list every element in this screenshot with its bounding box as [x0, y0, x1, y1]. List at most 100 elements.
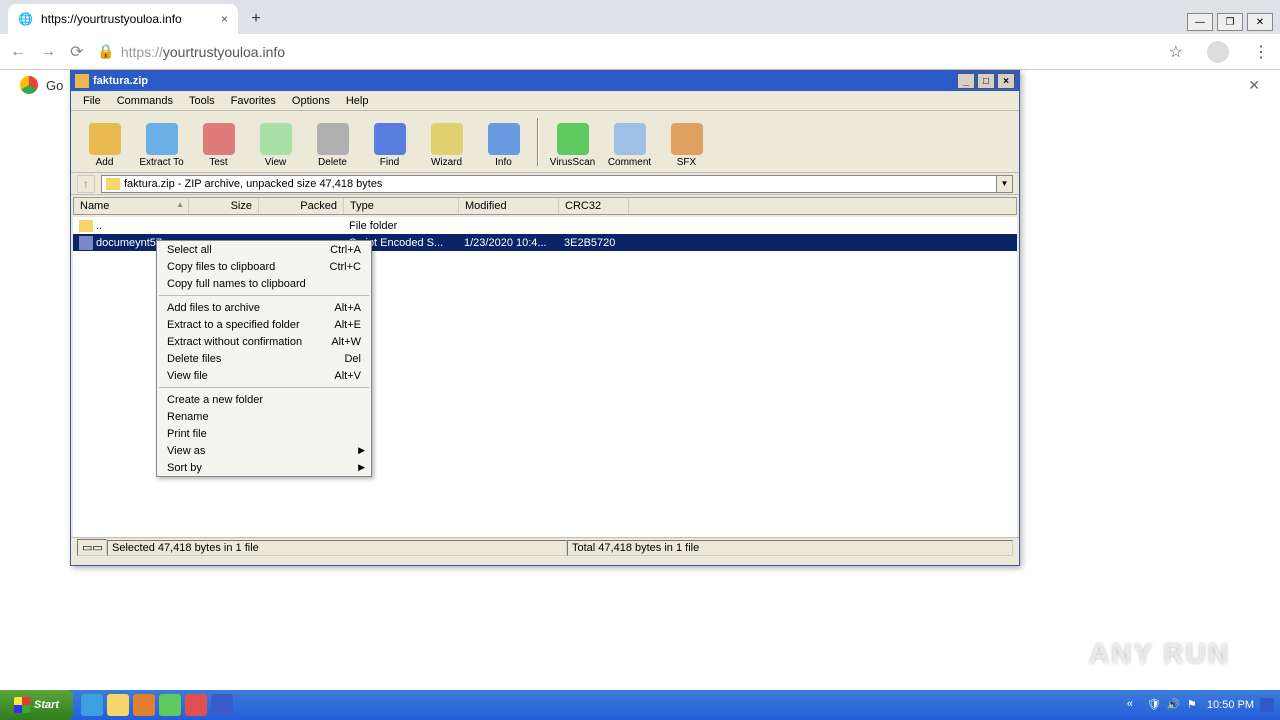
col-name[interactable]: Name▲ — [74, 198, 189, 214]
col-crc[interactable]: CRC32 — [559, 198, 629, 214]
minimize-button[interactable]: _ — [957, 73, 975, 89]
menu-favorites[interactable]: Favorites — [223, 93, 284, 109]
sfx-icon — [671, 123, 703, 155]
tb-virusscan[interactable]: VirusScan — [545, 114, 600, 170]
taskbar-app-icon[interactable] — [159, 694, 181, 716]
start-label: Start — [34, 699, 59, 711]
profile-avatar[interactable] — [1207, 41, 1229, 63]
tb-comment[interactable]: Comment — [602, 114, 657, 170]
file-icon — [79, 236, 93, 250]
extract-to-icon — [146, 123, 178, 155]
tb-sfx[interactable]: SFX — [659, 114, 714, 170]
table-row[interactable]: ..File folder — [73, 217, 1017, 234]
ctx-copy-files-to-clipboard[interactable]: Copy files to clipboardCtrl+C — [157, 258, 371, 275]
menu-options[interactable]: Options — [284, 93, 338, 109]
ctx-copy-full-names-to-clipboard[interactable]: Copy full names to clipboard — [157, 275, 371, 292]
col-type[interactable]: Type — [344, 198, 459, 214]
url: https://yourtrustyouloa.info — [121, 44, 285, 60]
info-icon — [488, 123, 520, 155]
taskbar-app-icon[interactable] — [107, 694, 129, 716]
ctx-add-files-to-archive[interactable]: Add files to archiveAlt+A — [157, 299, 371, 316]
taskbar-app-icon[interactable] — [211, 694, 233, 716]
new-tab-button[interactable]: + — [244, 7, 268, 31]
close-icon[interactable]: ✕ — [1247, 13, 1273, 31]
system-tray: « 🛡 🔊 ⚑ 10:50 PM — [1127, 698, 1280, 712]
menu-tools[interactable]: Tools — [181, 93, 223, 109]
tb-info[interactable]: Info — [476, 114, 531, 170]
tb-find[interactable]: Find — [362, 114, 417, 170]
wizard-icon — [431, 123, 463, 155]
col-modified[interactable]: Modified — [459, 198, 559, 214]
status-bar: ▭▭ Selected 47,418 bytes in 1 file Total… — [71, 537, 1019, 557]
up-button[interactable]: ↑ — [77, 175, 95, 193]
menu-commands[interactable]: Commands — [109, 93, 181, 109]
tb-wizard[interactable]: Wizard — [419, 114, 474, 170]
comment-icon — [614, 123, 646, 155]
menu-file[interactable]: File — [75, 93, 109, 109]
tab-title: https://yourtrustyouloa.info — [41, 12, 182, 26]
menu-help[interactable]: Help — [338, 93, 377, 109]
globe-icon: 🌐 — [18, 12, 33, 26]
close-icon[interactable]: ✕ — [1248, 77, 1260, 94]
tb-delete[interactable]: Delete — [305, 114, 360, 170]
ctx-select-all[interactable]: Select allCtrl+A — [157, 241, 371, 258]
back-icon[interactable]: ← — [10, 43, 26, 61]
maximize-icon[interactable]: ❐ — [1217, 13, 1243, 31]
star-icon[interactable]: ☆ — [1169, 42, 1183, 62]
path-bar: ↑ faktura.zip - ZIP archive, unpacked si… — [71, 173, 1019, 195]
close-button[interactable]: × — [997, 73, 1015, 89]
ctx-create-a-new-folder[interactable]: Create a new folder — [157, 391, 371, 408]
ctx-rename[interactable]: Rename — [157, 408, 371, 425]
close-icon[interactable]: × — [221, 12, 228, 26]
browser-tab[interactable]: 🌐 https://yourtrustyouloa.info × — [8, 4, 238, 34]
tb-test[interactable]: Test — [191, 114, 246, 170]
tray-desktop-icon[interactable] — [1260, 698, 1274, 712]
status-total: Total 47,418 bytes in 1 file — [567, 540, 1013, 556]
ctx-delete-files[interactable]: Delete filesDel — [157, 350, 371, 367]
tray-volume-icon[interactable]: 🔊 — [1167, 698, 1181, 712]
ctx-sort-by[interactable]: Sort by▶ — [157, 459, 371, 476]
column-headers: Name▲ Size Packed Type Modified CRC32 — [73, 197, 1017, 215]
kebab-menu-icon[interactable]: ⋮ — [1253, 42, 1270, 62]
forward-icon[interactable]: → — [40, 43, 56, 61]
col-packed[interactable]: Packed — [259, 198, 344, 214]
ctx-extract-to-a-specified-folder[interactable]: Extract to a specified folderAlt+E — [157, 316, 371, 333]
tray-flag-icon[interactable]: ⚑ — [1187, 698, 1201, 712]
tray-shield-icon[interactable]: 🛡 — [1147, 698, 1161, 712]
title-text: faktura.zip — [93, 75, 148, 87]
browser-tab-strip: 🌐 https://yourtrustyouloa.info × + — ❐ ✕ — [0, 0, 1280, 34]
maximize-button[interactable]: □ — [977, 73, 995, 89]
taskbar-app-icon[interactable] — [81, 694, 103, 716]
minimize-icon[interactable]: — — [1187, 13, 1213, 31]
reload-icon[interactable]: ⟳ — [70, 42, 83, 62]
taskbar-app-icon[interactable] — [133, 694, 155, 716]
ctx-print-file[interactable]: Print file — [157, 425, 371, 442]
browser-window-buttons: — ❐ ✕ — [1185, 10, 1275, 34]
test-icon — [203, 123, 235, 155]
windows-icon — [14, 697, 30, 713]
virusscan-icon — [557, 123, 589, 155]
delete-icon — [317, 123, 349, 155]
menu-bar: FileCommandsToolsFavoritesOptionsHelp — [71, 91, 1019, 111]
address-bar[interactable]: 🔒 https://yourtrustyouloa.info — [97, 43, 1154, 60]
path-box[interactable]: faktura.zip - ZIP archive, unpacked size… — [101, 175, 1013, 193]
folder-icon — [79, 220, 93, 232]
tb-add[interactable]: Add — [77, 114, 132, 170]
title-bar[interactable]: faktura.zip _ □ × — [71, 71, 1019, 91]
tb-extract-to[interactable]: Extract To — [134, 114, 189, 170]
status-selected: Selected 47,418 bytes in 1 file — [107, 540, 567, 556]
clock[interactable]: 10:50 PM — [1207, 699, 1254, 711]
path-text: faktura.zip - ZIP archive, unpacked size… — [124, 178, 382, 190]
info-bar-text: Go — [46, 78, 63, 93]
tb-view[interactable]: View — [248, 114, 303, 170]
chevron-down-icon[interactable]: ▼ — [996, 176, 1012, 192]
taskbar-app-icon[interactable] — [185, 694, 207, 716]
ctx-view-as[interactable]: View as▶ — [157, 442, 371, 459]
col-size[interactable]: Size — [189, 198, 259, 214]
start-button[interactable]: Start — [0, 690, 73, 720]
ctx-extract-without-confirmation[interactable]: Extract without confirmationAlt+W — [157, 333, 371, 350]
ctx-view-file[interactable]: View fileAlt+V — [157, 367, 371, 384]
tray-expand-icon[interactable]: « — [1127, 698, 1141, 712]
view-icon — [260, 123, 292, 155]
status-icons: ▭▭ — [77, 539, 107, 556]
